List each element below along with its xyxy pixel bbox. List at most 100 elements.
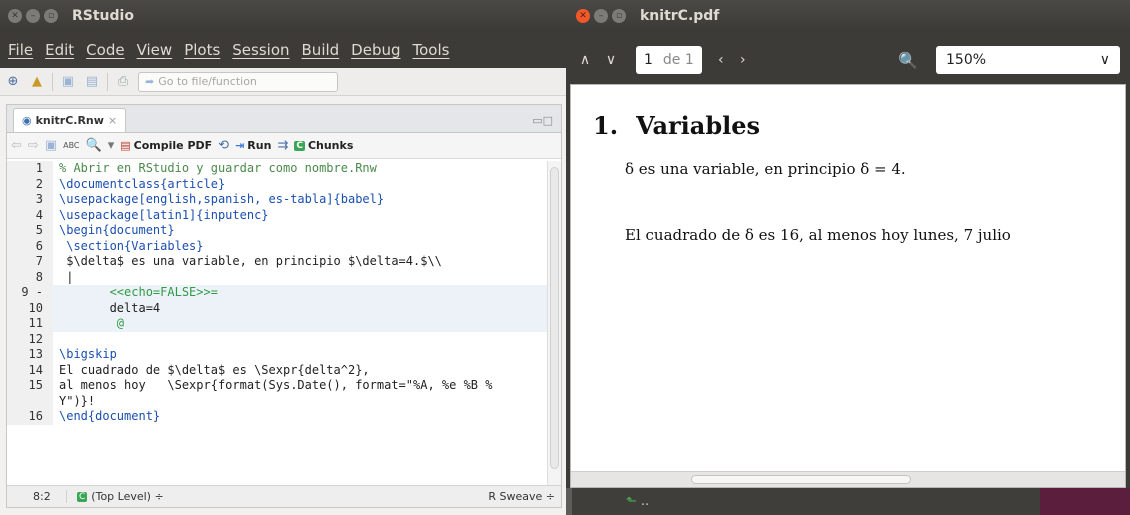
close-window-button[interactable]: ✕ bbox=[576, 9, 590, 23]
line-text: Y")}! bbox=[59, 393, 96, 408]
zoom-value: 150% bbox=[946, 52, 987, 68]
up-arrow-icon: ⬑ bbox=[626, 494, 637, 509]
run-label: Run bbox=[247, 139, 272, 152]
code-editor[interactable]: 1 % Abrir en RStudio y guardar como nombr… bbox=[7, 161, 547, 485]
chevron-left-icon[interactable]: ‹ bbox=[710, 46, 732, 74]
compile-label: Compile PDF bbox=[133, 139, 213, 152]
print-icon[interactable]: ⎙ bbox=[114, 73, 132, 91]
section-number: 1. bbox=[593, 111, 619, 140]
code-line: 14 El cuadrado de $\delta$ es \Sexpr{delt… bbox=[7, 362, 547, 378]
line-number: 13 bbox=[7, 347, 53, 363]
line-number: 3 bbox=[7, 192, 53, 208]
format-icon[interactable]: ▾ bbox=[108, 138, 115, 153]
line-text: \section{Variables} bbox=[59, 238, 204, 253]
current-page: 1 bbox=[644, 52, 653, 68]
scope-label: (Top Level) ÷ bbox=[91, 490, 164, 503]
pdf-page[interactable]: 1. Variables δ es una variable, en princ… bbox=[570, 84, 1126, 488]
line-number: 1 bbox=[7, 161, 53, 177]
back-arrow-icon[interactable]: ⇦ bbox=[11, 138, 22, 153]
minimize-window-button[interactable]: – bbox=[594, 9, 608, 23]
window-title: RStudio bbox=[72, 8, 134, 24]
history-nav: ‹ › bbox=[710, 46, 754, 74]
chevron-right-icon[interactable]: › bbox=[732, 46, 754, 74]
compile-pdf-button[interactable]: ▤ Compile PDF bbox=[120, 139, 212, 152]
maximize-window-button[interactable]: ▫ bbox=[612, 9, 626, 23]
code-line: 6 \section{Variables} bbox=[7, 238, 547, 254]
scope-selector[interactable]: C (Top Level) ÷ bbox=[67, 490, 164, 503]
rerun-icon[interactable]: ⟲ bbox=[218, 138, 229, 153]
menu-code[interactable]: Code bbox=[86, 41, 124, 59]
file-tab-label: knitrC.Rnw bbox=[35, 114, 104, 127]
source-icon[interactable]: ⇉ bbox=[277, 138, 288, 153]
menu-view[interactable]: View bbox=[137, 41, 173, 59]
code-line: 10 delta=4 bbox=[7, 300, 547, 316]
minimize-window-button[interactable]: – bbox=[26, 9, 40, 23]
chevron-up-icon[interactable]: ∧ bbox=[574, 46, 596, 74]
line-text: al menos hoy \Sexpr{format(Sys.Date(), f… bbox=[59, 378, 493, 392]
section-heading: 1. Variables bbox=[593, 111, 1103, 140]
code-line: Y")}! bbox=[7, 393, 547, 409]
search-icon[interactable]: 🔍 bbox=[898, 51, 918, 70]
goto-placeholder: Go to file/function bbox=[158, 75, 257, 88]
line-number: 4 bbox=[7, 207, 53, 223]
scrollbar-thumb[interactable] bbox=[691, 475, 911, 484]
run-button[interactable]: ⇥ Run bbox=[235, 139, 271, 152]
zoom-select[interactable]: 150% ∨ bbox=[936, 46, 1120, 74]
chunk-icon: C bbox=[294, 140, 305, 151]
save-icon[interactable]: ▣ bbox=[59, 73, 77, 91]
line-number: 11 bbox=[7, 316, 53, 332]
rnw-file-icon: ◉ bbox=[22, 114, 32, 127]
line-text: \documentclass{article} bbox=[59, 176, 226, 191]
menu-build[interactable]: Build bbox=[302, 41, 340, 59]
line-number: 10 bbox=[7, 300, 53, 316]
chunk-icon: C bbox=[77, 491, 88, 502]
close-window-button[interactable]: ✕ bbox=[8, 9, 22, 23]
menu-file[interactable]: File bbox=[8, 41, 33, 59]
pdf-horizontal-scrollbar[interactable] bbox=[571, 471, 1125, 487]
code-line: 2 \documentclass{article} bbox=[7, 176, 547, 192]
page-count: de 1 bbox=[662, 52, 694, 68]
pdf-titlebar: ✕ – ▫ knitrC.pdf bbox=[566, 0, 1130, 32]
code-line: 13 \bigskip bbox=[7, 347, 547, 363]
line-text: El cuadrado de $\delta$ es \Sexpr{delta^… bbox=[59, 362, 370, 377]
rstudio-window: ✕ – ▫ RStudio File Edit Code View Plots … bbox=[0, 0, 566, 515]
find-icon[interactable]: 🔍 bbox=[86, 138, 102, 153]
maximize-window-button[interactable]: ▫ bbox=[44, 9, 58, 23]
pane-minmax-icon[interactable]: ▭□ bbox=[532, 114, 553, 127]
line-number: 5 bbox=[7, 223, 53, 239]
page-input[interactable]: 1 de 1 bbox=[636, 46, 702, 74]
code-line: 7 $\delta$ es una variable, en principio… bbox=[7, 254, 547, 270]
code-line: 1 % Abrir en RStudio y guardar como nombr… bbox=[7, 161, 547, 177]
editor-vertical-scrollbar[interactable] bbox=[547, 161, 561, 485]
line-number: 9 - bbox=[7, 285, 53, 301]
menu-plots[interactable]: Plots bbox=[184, 41, 220, 59]
line-text: \begin{document} bbox=[59, 223, 175, 237]
new-file-icon[interactable]: ⊕ bbox=[4, 73, 22, 91]
code-line: 11 @ bbox=[7, 316, 547, 332]
code-line: 4 \usepackage[latin1]{inputenc} bbox=[7, 207, 547, 223]
menu-session[interactable]: Session bbox=[232, 41, 289, 59]
scrollbar-thumb[interactable] bbox=[550, 167, 559, 469]
file-type-selector[interactable]: R Sweave ÷ bbox=[488, 490, 561, 503]
line-text: | bbox=[59, 269, 74, 284]
chunks-button[interactable]: C Chunks bbox=[294, 139, 353, 152]
line-text: <<echo=FALSE>>= bbox=[59, 285, 218, 299]
file-tab-knitrc[interactable]: ◉ knitrC.Rnw × bbox=[13, 108, 127, 132]
forward-arrow-icon[interactable]: ⇨ bbox=[28, 138, 39, 153]
line-text: @ bbox=[59, 316, 125, 330]
menu-tools[interactable]: Tools bbox=[413, 41, 450, 59]
goto-file-input[interactable]: ➦ Go to file/function bbox=[138, 71, 338, 92]
toolbar-divider bbox=[107, 72, 108, 91]
save-all-icon[interactable]: ▤ bbox=[83, 73, 101, 91]
open-project-icon[interactable]: ▲ bbox=[28, 73, 46, 91]
spellcheck-icon[interactable]: ABC bbox=[63, 141, 79, 150]
save-icon[interactable]: ▣ bbox=[45, 138, 57, 153]
menu-edit[interactable]: Edit bbox=[45, 41, 74, 59]
source-pane: ◉ knitrC.Rnw × ▭□ ⇦ ⇨ ▣ ABC 🔍 ▾ ▤ Compil… bbox=[6, 104, 562, 508]
menu-debug[interactable]: Debug bbox=[351, 41, 400, 59]
chevron-down-icon[interactable]: ∨ bbox=[600, 46, 622, 74]
line-text: \usepackage[latin1]{inputenc} bbox=[59, 207, 269, 222]
code-line: 8 | bbox=[7, 269, 547, 285]
line-text: delta=4 bbox=[59, 300, 161, 315]
close-tab-icon[interactable]: × bbox=[108, 114, 117, 127]
